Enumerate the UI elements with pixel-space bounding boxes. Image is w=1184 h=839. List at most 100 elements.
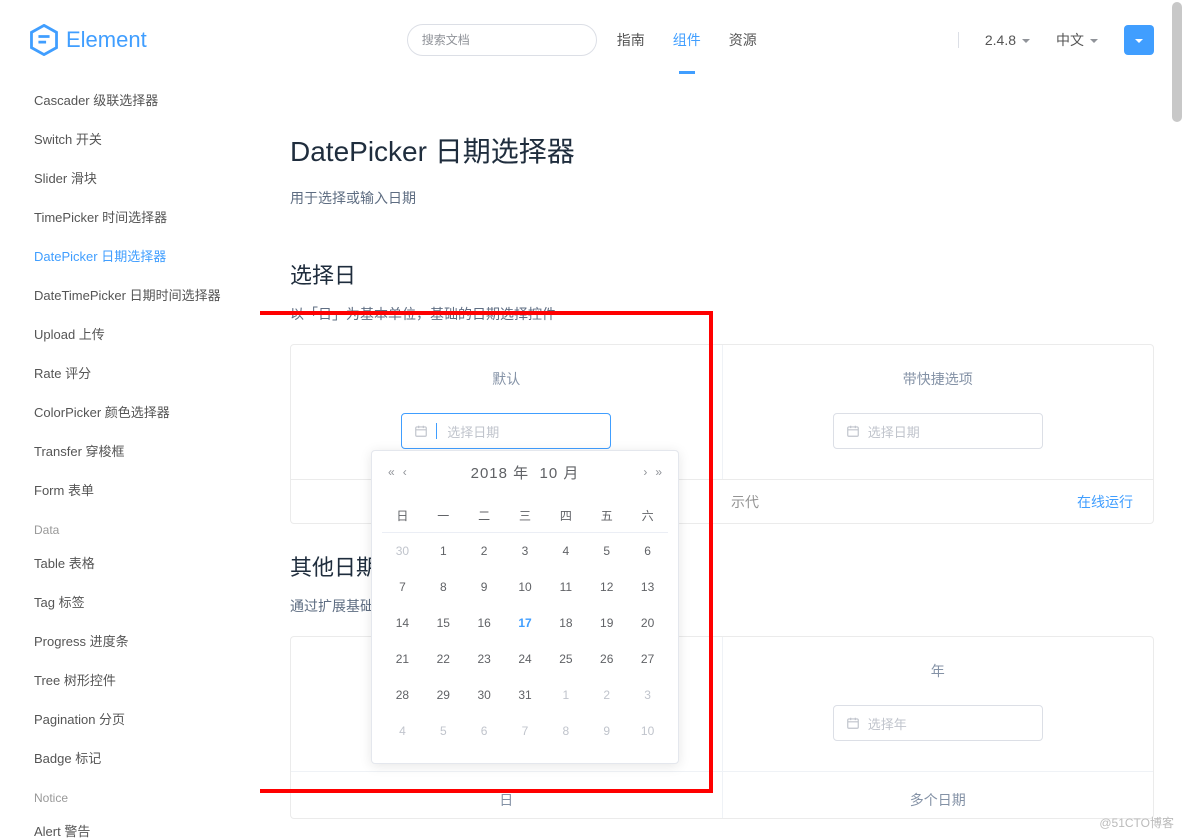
sidebar-item[interactable]: DatePicker 日期选择器 (34, 236, 260, 275)
date-cell[interactable]: 20 (627, 605, 668, 641)
date-cell[interactable]: 6 (627, 533, 668, 569)
language-selector[interactable]: 中文 (1056, 30, 1098, 50)
sidebar-item[interactable]: Badge 标记 (34, 738, 260, 777)
sidebar: Cascader 级联选择器Switch 开关Slider 滑块TimePick… (0, 80, 260, 839)
date-cell[interactable]: 14 (382, 605, 423, 641)
date-cell[interactable]: 28 (382, 677, 423, 713)
sidebar-item[interactable]: Pagination 分页 (34, 699, 260, 738)
sidebar-item[interactable]: DateTimePicker 日期时间选择器 (34, 275, 260, 314)
date-cell[interactable]: 19 (586, 605, 627, 641)
theme-button[interactable] (1124, 25, 1154, 55)
weekday-header: 五 (586, 499, 627, 533)
date-cell[interactable]: 13 (627, 569, 668, 605)
date-cell[interactable]: 29 (423, 677, 464, 713)
date-cell[interactable]: 17 (505, 605, 546, 641)
date-grid: 日一二三四五六301234567891011121314151617181920… (372, 493, 678, 763)
weekday-header: 一 (423, 499, 464, 533)
prev-month-button[interactable]: ‹ (399, 465, 411, 479)
year-input[interactable]: 选择年 (833, 705, 1043, 741)
logo[interactable]: Element (30, 24, 147, 56)
year-placeholder: 选择年 (868, 714, 907, 733)
version-selector[interactable]: 2.4.8 (985, 32, 1030, 48)
date-cell[interactable]: 10 (627, 713, 668, 749)
section-title-day: 选择日 (290, 258, 1154, 290)
date-cell[interactable]: 2 (464, 533, 505, 569)
date-cell[interactable]: 27 (627, 641, 668, 677)
sidebar-item[interactable]: Upload 上传 (34, 314, 260, 353)
date-cell[interactable]: 8 (545, 713, 586, 749)
date-cell[interactable]: 8 (423, 569, 464, 605)
demo-label-year: 年 (743, 661, 1134, 681)
nav-guide[interactable]: 指南 (617, 24, 645, 56)
demo-label-default: 默认 (311, 369, 702, 389)
sidebar-item[interactable]: Transfer 穿梭框 (34, 431, 260, 470)
demo-label-multi: 多个日期 (743, 790, 1134, 810)
nav-component[interactable]: 组件 (673, 24, 701, 56)
date-cell[interactable]: 9 (586, 713, 627, 749)
demo-label-day2: 日 (311, 790, 702, 810)
sidebar-item[interactable]: Table 表格 (34, 543, 260, 582)
sidebar-item[interactable]: Tree 树形控件 (34, 660, 260, 699)
date-placeholder: 选择日期 (447, 422, 499, 441)
date-cell[interactable]: 26 (586, 641, 627, 677)
demo-cell-day2: 日 (291, 772, 722, 818)
weekday-header: 六 (627, 499, 668, 533)
search-input[interactable]: 搜索文档 (407, 24, 597, 56)
date-cell[interactable]: 5 (586, 533, 627, 569)
footer-partial-text: 示代 (731, 492, 759, 512)
sidebar-item[interactable]: TimePicker 时间选择器 (34, 197, 260, 236)
sidebar-item[interactable]: Alert 警告 (34, 811, 260, 839)
page-title: DatePicker 日期选择器 (290, 130, 1154, 170)
demo-cell-shortcut: 带快捷选项 选择日期 (722, 345, 1154, 479)
date-cell[interactable]: 1 (423, 533, 464, 569)
top-nav: 指南 组件 资源 2.4.8 中文 (617, 24, 1154, 56)
weekday-header: 四 (545, 499, 586, 533)
date-cell[interactable]: 2 (586, 677, 627, 713)
date-cell[interactable]: 1 (545, 677, 586, 713)
date-cell[interactable]: 30 (464, 677, 505, 713)
date-cell[interactable]: 30 (382, 533, 423, 569)
next-month-button[interactable]: › (639, 465, 651, 479)
date-cell[interactable]: 24 (505, 641, 546, 677)
sidebar-item[interactable]: Switch 开关 (34, 119, 260, 158)
date-cell[interactable]: 4 (545, 533, 586, 569)
date-cell[interactable]: 7 (505, 713, 546, 749)
date-cell[interactable]: 21 (382, 641, 423, 677)
sidebar-item[interactable]: Tag 标签 (34, 582, 260, 621)
date-cell[interactable]: 25 (545, 641, 586, 677)
date-input-default[interactable]: 选择日期 (401, 413, 611, 449)
prev-year-button[interactable]: « (384, 465, 399, 479)
run-online-button[interactable]: 在线运行 (1077, 492, 1133, 512)
date-cell[interactable]: 3 (627, 677, 668, 713)
sidebar-item[interactable]: Cascader 级联选择器 (34, 80, 260, 119)
watermark: @51CTO博客 (1099, 814, 1174, 831)
sidebar-item[interactable]: Progress 进度条 (34, 621, 260, 660)
date-cell[interactable]: 31 (505, 677, 546, 713)
date-cell[interactable]: 22 (423, 641, 464, 677)
next-year-button[interactable]: » (651, 465, 666, 479)
date-cell[interactable]: 6 (464, 713, 505, 749)
weekday-header: 三 (505, 499, 546, 533)
date-cell[interactable]: 11 (545, 569, 586, 605)
date-cell[interactable]: 4 (382, 713, 423, 749)
date-input-shortcut[interactable]: 选择日期 (833, 413, 1043, 449)
date-cell[interactable]: 5 (423, 713, 464, 749)
scrollbar[interactable] (1172, 2, 1182, 122)
sidebar-item[interactable]: Slider 滑块 (34, 158, 260, 197)
date-cell[interactable]: 18 (545, 605, 586, 641)
chevron-down-icon (1135, 32, 1143, 48)
date-cell[interactable]: 16 (464, 605, 505, 641)
date-cell[interactable]: 10 (505, 569, 546, 605)
sidebar-item[interactable]: Rate 评分 (34, 353, 260, 392)
date-cell[interactable]: 15 (423, 605, 464, 641)
date-cell[interactable]: 3 (505, 533, 546, 569)
sidebar-item[interactable]: ColorPicker 颜色选择器 (34, 392, 260, 431)
date-cell[interactable]: 9 (464, 569, 505, 605)
sidebar-item[interactable]: Form 表单 (34, 470, 260, 509)
date-placeholder: 选择日期 (868, 422, 920, 441)
date-cell[interactable]: 7 (382, 569, 423, 605)
calendar-icon (414, 424, 428, 438)
nav-resource[interactable]: 资源 (729, 24, 757, 56)
date-cell[interactable]: 12 (586, 569, 627, 605)
date-cell[interactable]: 23 (464, 641, 505, 677)
